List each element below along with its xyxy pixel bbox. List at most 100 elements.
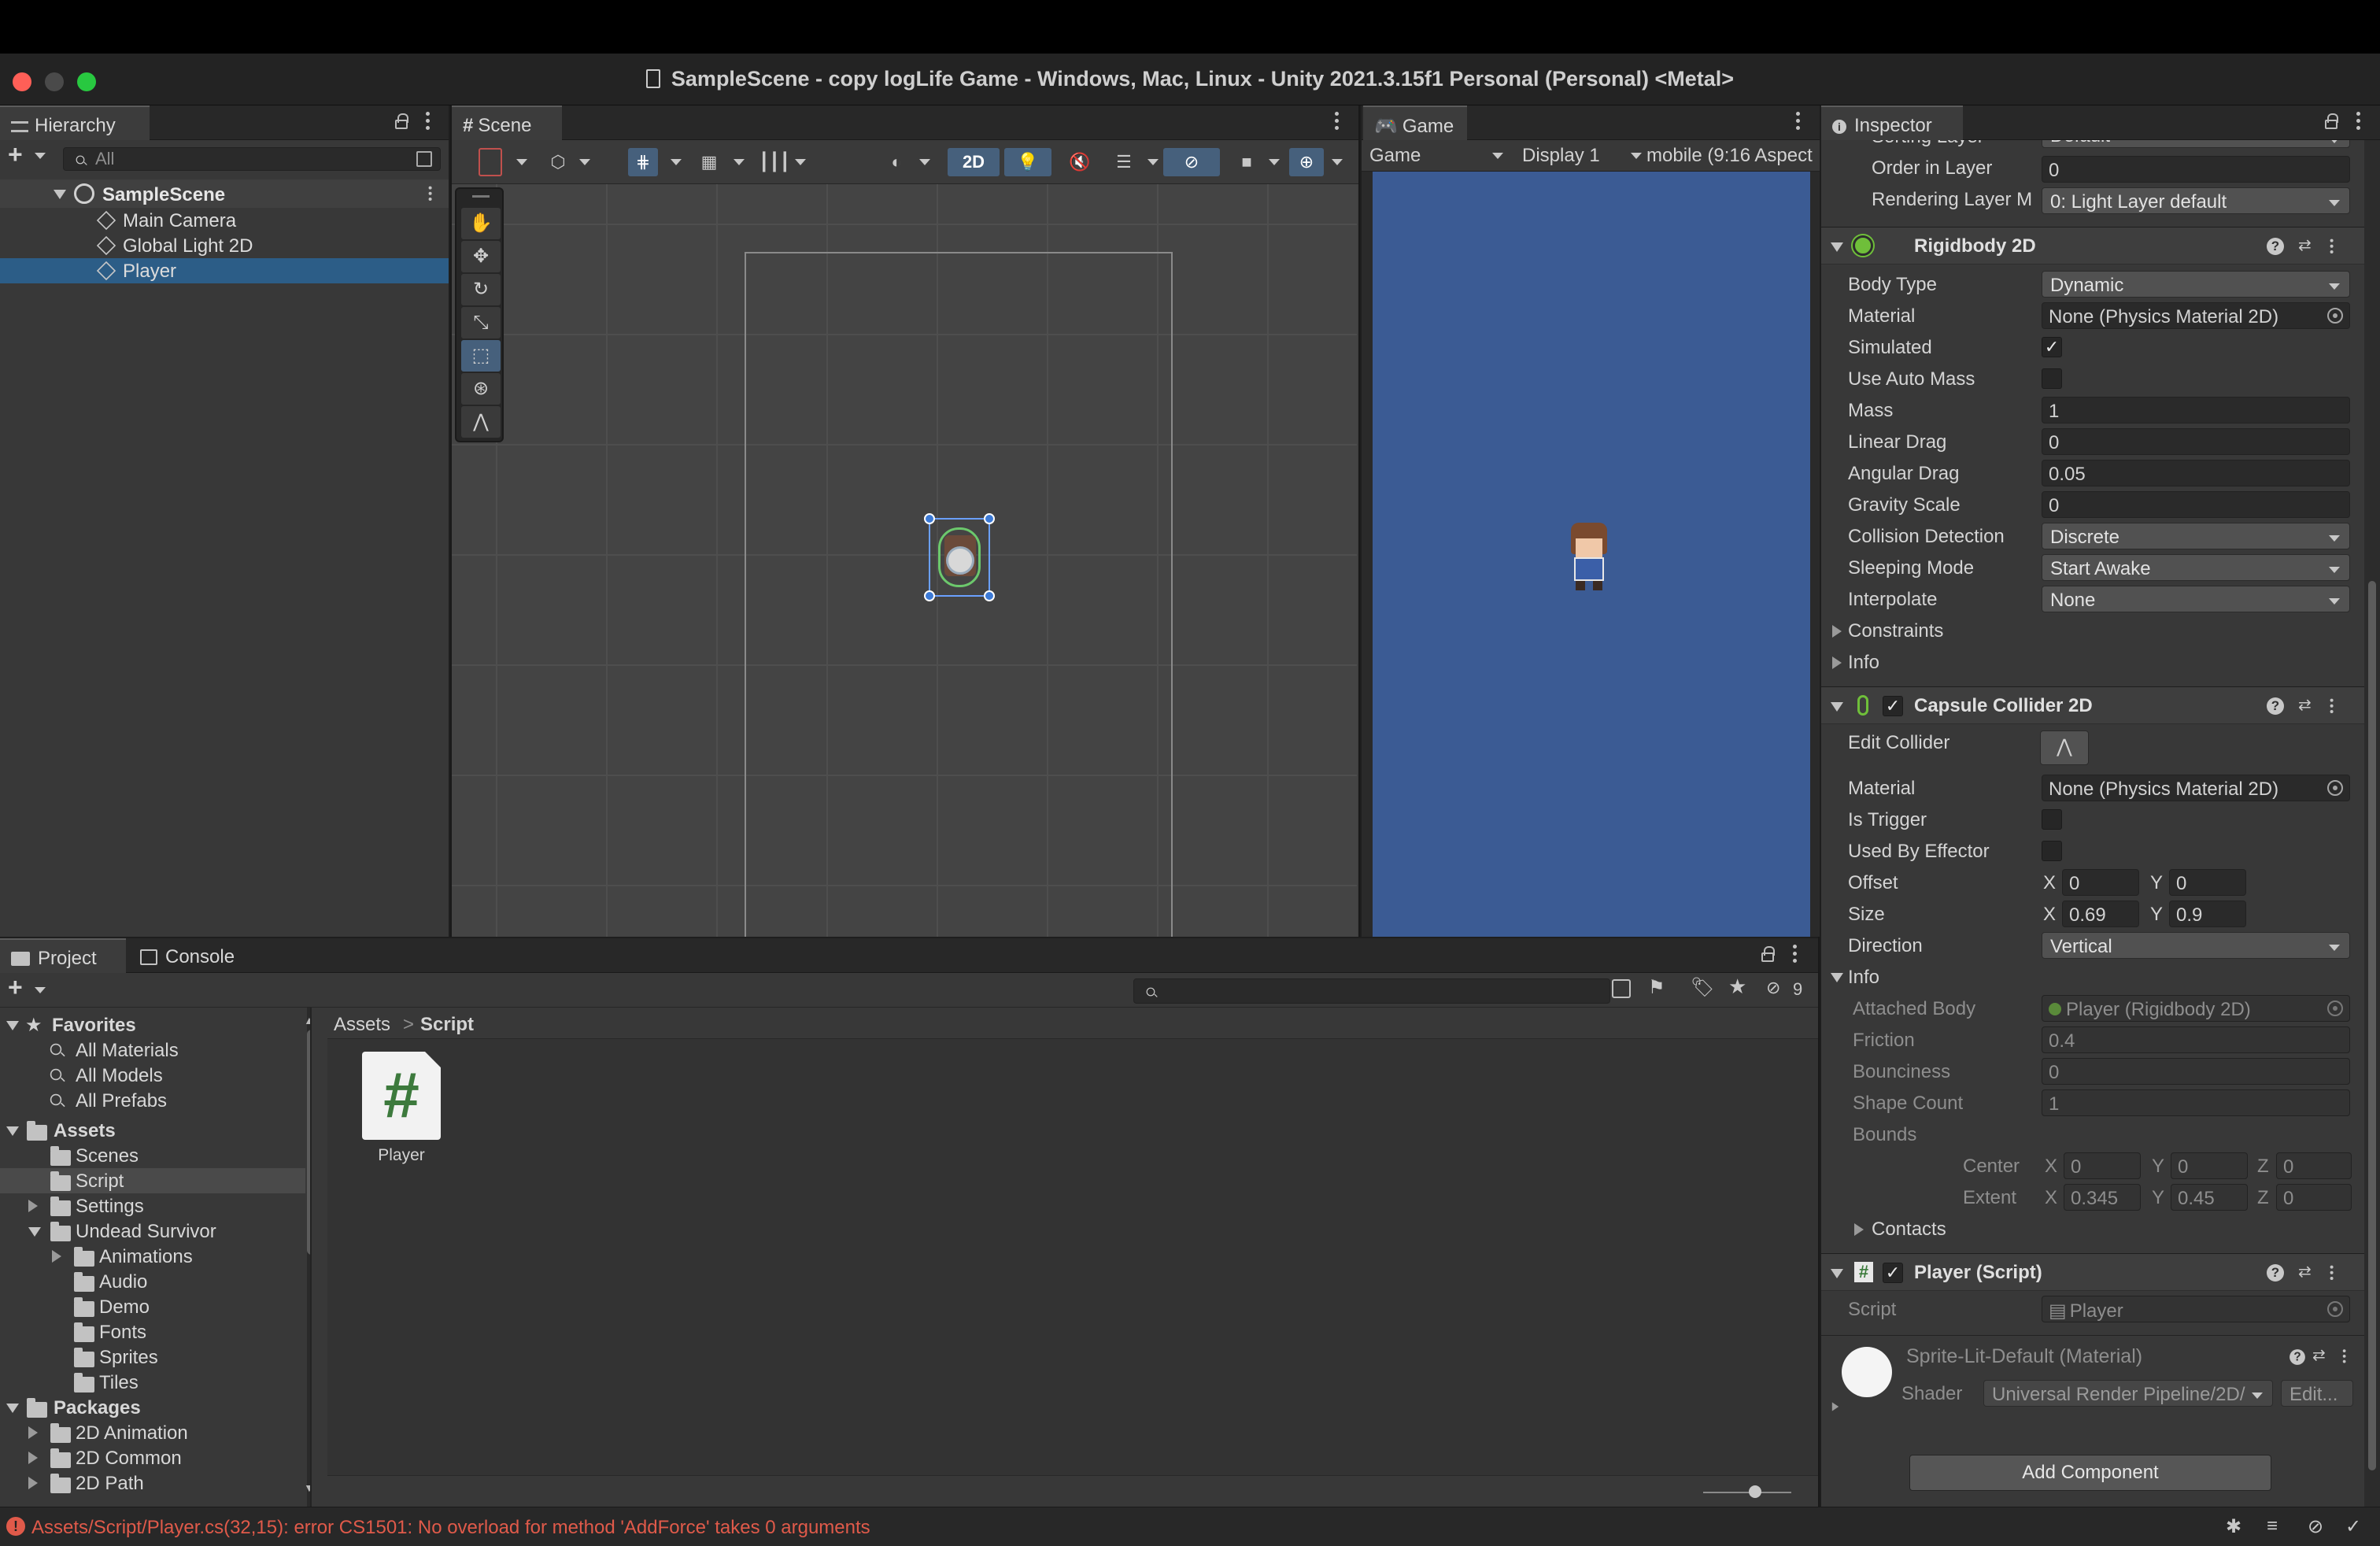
grid-dropdown-icon[interactable] bbox=[734, 159, 745, 165]
increment-snap-icon[interactable]: ┃┃┃ bbox=[759, 148, 790, 176]
rect-handle[interactable] bbox=[924, 590, 935, 601]
expand-triangle-icon[interactable] bbox=[28, 1452, 38, 1464]
tab-hierarchy[interactable]: Hierarchy bbox=[0, 105, 150, 140]
tree-folder-item[interactable]: Script bbox=[0, 1168, 305, 1193]
audio-toggle-icon[interactable]: 🔇 bbox=[1058, 148, 1102, 176]
collapse-triangle-icon[interactable] bbox=[1831, 242, 1843, 252]
render-mode-icon[interactable]: ⬡ bbox=[546, 148, 570, 176]
rect-handle[interactable] bbox=[984, 513, 995, 524]
create-dropdown-icon[interactable] bbox=[35, 153, 46, 159]
capsule-material-field[interactable]: None (Physics Material 2D) bbox=[2042, 775, 2350, 801]
presets-icon[interactable]: ⇄ bbox=[2298, 235, 2315, 254]
tab-console[interactable]: Console bbox=[129, 938, 263, 973]
gizmo-draw-mode-icon[interactable] bbox=[479, 148, 502, 176]
tree-favorites[interactable]: ★ Favorites bbox=[0, 1012, 305, 1037]
tree-folder-item[interactable]: Sprites bbox=[0, 1344, 305, 1370]
capsule-enabled-checkbox[interactable]: ✓ bbox=[1883, 696, 1903, 716]
hierarchy-search-input[interactable]: All bbox=[63, 147, 441, 171]
tab-game[interactable]: 🎮 Game bbox=[1363, 105, 1467, 140]
collapse-triangle-icon[interactable] bbox=[1831, 973, 1843, 982]
debug-mode-icon[interactable]: ✱ bbox=[2226, 1515, 2241, 1538]
tree-folder-item[interactable]: Scenes bbox=[0, 1143, 305, 1168]
shading-dropdown-icon[interactable] bbox=[919, 159, 930, 165]
tree-folder-item[interactable]: Tiles bbox=[0, 1370, 305, 1395]
lighting-toggle-icon[interactable]: 💡 bbox=[1004, 148, 1051, 176]
tree-favorite-item[interactable]: All Models bbox=[0, 1063, 305, 1088]
player-script-header[interactable]: # ✓ Player (Script) ? ⇄ bbox=[1821, 1253, 2364, 1291]
scroll-up-arrow-icon[interactable]: ▲ bbox=[304, 1014, 310, 1026]
scene-menu-button[interactable] bbox=[1335, 112, 1340, 132]
collapse-triangle-icon[interactable] bbox=[6, 1404, 19, 1413]
tree-folder-item[interactable]: Animations bbox=[0, 1244, 305, 1269]
rigidbody-dropdown[interactable]: Discrete bbox=[2042, 523, 2350, 549]
custom-editor-tool-icon[interactable]: ⋀ bbox=[461, 406, 501, 438]
rigidbody-dropdown[interactable]: None bbox=[2042, 586, 2350, 612]
help-icon[interactable]: ? bbox=[2289, 1349, 2305, 1365]
aspect-dropdown[interactable]: mobile (9:16 Aspect bbox=[1646, 145, 1821, 168]
expand-triangle-icon[interactable] bbox=[1854, 1223, 1864, 1236]
icon-size-slider[interactable] bbox=[1703, 1492, 1791, 1493]
hierarchy-item[interactable]: Main Camera bbox=[0, 208, 449, 233]
breadcrumb-script[interactable]: Script bbox=[420, 1014, 474, 1036]
help-icon[interactable]: ? bbox=[2267, 1264, 2284, 1282]
scale-tool-icon[interactable]: ⤡ bbox=[461, 307, 501, 338]
shading-mode-icon[interactable]: ◐ bbox=[885, 148, 908, 176]
rigidbody-dropdown[interactable]: Dynamic bbox=[2042, 271, 2350, 298]
expand-triangle-icon[interactable] bbox=[1832, 625, 1842, 638]
material-menu-button[interactable] bbox=[2342, 1349, 2347, 1365]
direction-dropdown[interactable]: Vertical bbox=[2042, 932, 2350, 959]
rigidbody-number-field[interactable]: 0 bbox=[2042, 491, 2350, 518]
collapse-triangle-icon[interactable] bbox=[6, 1126, 19, 1136]
rect-handle[interactable] bbox=[984, 590, 995, 601]
tree-package-item[interactable]: 2D Path bbox=[0, 1470, 305, 1496]
tree-folder-item[interactable]: Audio bbox=[0, 1269, 305, 1294]
constraints-foldout[interactable]: Constraints bbox=[1848, 620, 1943, 642]
lock-icon[interactable] bbox=[395, 113, 408, 129]
collapse-triangle-icon[interactable] bbox=[1831, 1269, 1843, 1278]
tree-package-item[interactable]: 2D Common bbox=[0, 1445, 305, 1470]
rendering-layer-dropdown[interactable]: 0: Light Layer default bbox=[2042, 187, 2350, 214]
scene-row[interactable]: SampleScene bbox=[0, 179, 449, 208]
scene-menu-button[interactable] bbox=[428, 186, 433, 203]
is-trigger-checkbox[interactable] bbox=[2042, 809, 2062, 830]
expand-triangle-icon[interactable] bbox=[28, 1200, 38, 1212]
edit-shader-button[interactable]: Edit... bbox=[2281, 1380, 2353, 1407]
offset-x-field[interactable]: 0 bbox=[2062, 869, 2139, 896]
tab-scene[interactable]: # Scene bbox=[452, 105, 562, 140]
rigidbody-number-field[interactable]: 1 bbox=[2042, 397, 2350, 423]
breadcrumb-assets[interactable]: Assets bbox=[334, 1014, 390, 1036]
tree-folder-item[interactable]: Undead Survivor bbox=[0, 1219, 305, 1244]
rigidbody-number-field[interactable]: 0 bbox=[2042, 428, 2350, 455]
collapse-triangle-icon[interactable] bbox=[54, 190, 66, 199]
tree-package-item[interactable]: 2D Animation bbox=[0, 1420, 305, 1445]
tree-folder-item[interactable]: Fonts bbox=[0, 1319, 305, 1344]
rigidbody-number-field[interactable]: 0.05 bbox=[2042, 460, 2350, 486]
lock-icon[interactable] bbox=[2325, 113, 2338, 129]
create-button[interactable]: + bbox=[8, 140, 23, 169]
inspector-scroll-thumb[interactable] bbox=[2368, 581, 2376, 1470]
tree-favorite-item[interactable]: All Prefabs bbox=[0, 1088, 305, 1113]
shader-dropdown[interactable]: Universal Render Pipeline/2D/ bbox=[1983, 1380, 2273, 1407]
camera-dropdown-icon[interactable] bbox=[1269, 159, 1280, 165]
create-dropdown-icon[interactable] bbox=[35, 987, 46, 993]
edit-collider-button[interactable]: ⋀ bbox=[2040, 730, 2089, 765]
player-selection-rect[interactable] bbox=[924, 513, 995, 601]
grid-visibility-icon[interactable]: ▦ bbox=[696, 148, 722, 176]
order-in-layer-field[interactable]: 0 bbox=[2042, 156, 2350, 183]
hidden-packages-icon[interactable]: ⊘ bbox=[1766, 978, 1780, 998]
game-viewport[interactable] bbox=[1373, 172, 1810, 937]
move-tool-icon[interactable]: ✥ bbox=[461, 241, 501, 272]
cache-server-icon[interactable]: ≡ bbox=[2267, 1515, 2278, 1537]
tree-folder-item[interactable]: Settings bbox=[0, 1193, 305, 1219]
scroll-down-arrow-icon[interactable]: ▼ bbox=[304, 1481, 310, 1494]
object-picker-icon[interactable] bbox=[2327, 780, 2343, 796]
contacts-foldout[interactable]: Contacts bbox=[1872, 1219, 1946, 1241]
scene-visibility-icon[interactable]: ⊘ bbox=[1163, 148, 1220, 176]
tab-project[interactable]: Project bbox=[0, 938, 126, 973]
favorite-star-icon[interactable]: ★ bbox=[1728, 975, 1746, 999]
search-options-icon[interactable] bbox=[416, 151, 432, 167]
rect-tool-icon[interactable]: ⬚ bbox=[461, 340, 501, 372]
gizmos-dropdown-icon[interactable] bbox=[1332, 159, 1343, 165]
capsule-info-foldout[interactable]: Info bbox=[1848, 967, 1879, 989]
snap-dropdown-icon[interactable] bbox=[795, 159, 806, 165]
